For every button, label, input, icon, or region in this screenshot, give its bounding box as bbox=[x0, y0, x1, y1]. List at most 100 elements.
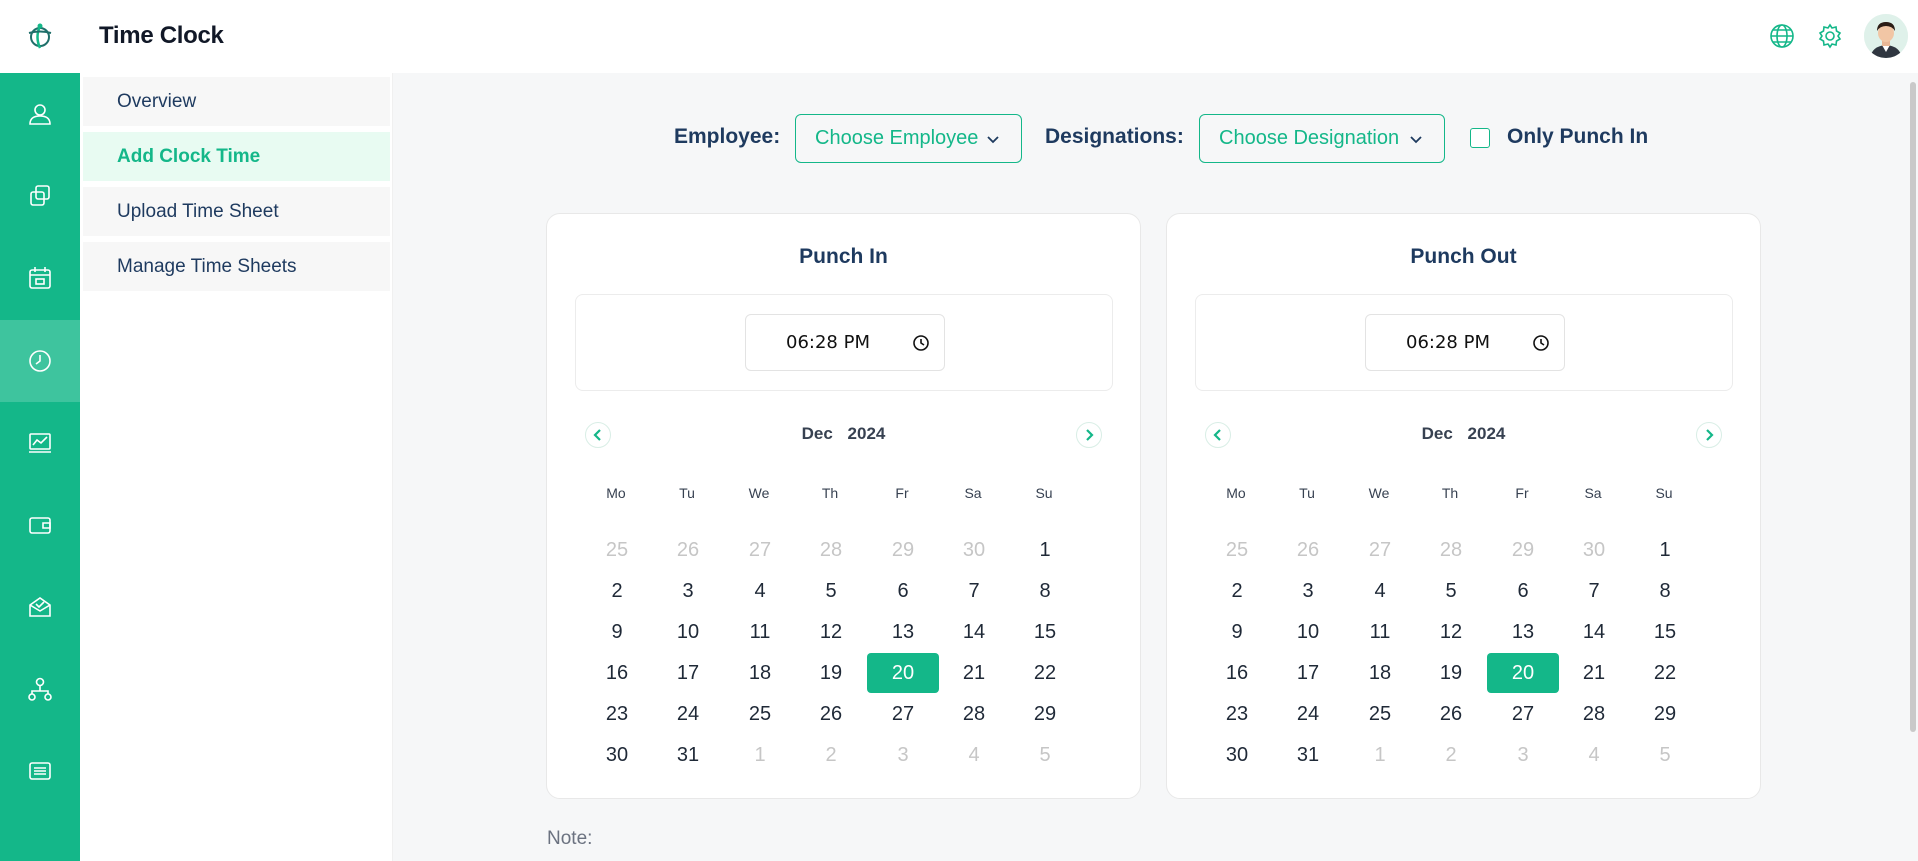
punch-out-next-month-button[interactable] bbox=[1696, 422, 1722, 448]
punch-out-day-cell[interactable]: 29 bbox=[1629, 694, 1701, 734]
punch-in-day-cell[interactable]: 27 bbox=[867, 694, 939, 734]
punch-in-day-cell[interactable]: 20 bbox=[867, 653, 939, 693]
clock-icon[interactable] bbox=[912, 334, 930, 352]
punch-in-day-cell[interactable]: 10 bbox=[652, 612, 724, 652]
subnav-item-add-clock-time[interactable]: Add Clock Time bbox=[83, 132, 390, 181]
punch-out-day-cell[interactable]: 7 bbox=[1558, 571, 1630, 611]
punch-out-day-cell[interactable]: 24 bbox=[1272, 694, 1344, 734]
punch-out-day-cell[interactable]: 16 bbox=[1201, 653, 1273, 693]
punch-in-day-cell[interactable]: 5 bbox=[795, 571, 867, 611]
employee-dropdown[interactable]: Choose Employee bbox=[795, 114, 1022, 163]
nav-wallet-icon[interactable] bbox=[0, 484, 80, 566]
punch-in-month[interactable]: Dec bbox=[802, 424, 833, 443]
punch-in-day-cell[interactable]: 26 bbox=[795, 694, 867, 734]
punch-out-day-cell[interactable]: 1 bbox=[1629, 530, 1701, 570]
punch-in-day-cell[interactable]: 15 bbox=[1009, 612, 1081, 652]
punch-out-day-cell[interactable]: 5 bbox=[1629, 735, 1701, 775]
nav-clock-icon[interactable] bbox=[0, 320, 80, 402]
punch-out-day-cell[interactable]: 23 bbox=[1201, 694, 1273, 734]
punch-in-day-cell[interactable]: 7 bbox=[938, 571, 1010, 611]
nav-org-chart-icon[interactable] bbox=[0, 648, 80, 730]
punch-in-day-cell[interactable]: 31 bbox=[652, 735, 724, 775]
punch-out-month[interactable]: Dec bbox=[1422, 424, 1453, 443]
punch-in-day-cell[interactable]: 17 bbox=[652, 653, 724, 693]
punch-out-day-cell[interactable]: 4 bbox=[1558, 735, 1630, 775]
punch-in-day-cell[interactable]: 30 bbox=[938, 530, 1010, 570]
punch-in-day-cell[interactable]: 18 bbox=[724, 653, 796, 693]
punch-in-day-cell[interactable]: 24 bbox=[652, 694, 724, 734]
punch-in-day-cell[interactable]: 23 bbox=[581, 694, 653, 734]
punch-in-time-input[interactable]: 06:28 PM bbox=[745, 314, 945, 371]
nav-calendar-icon[interactable] bbox=[0, 237, 80, 319]
subnav-item-upload-time-sheet[interactable]: Upload Time Sheet bbox=[83, 187, 390, 236]
only-punch-in-checkbox[interactable] bbox=[1470, 128, 1490, 148]
punch-out-year[interactable]: 2024 bbox=[1468, 424, 1506, 443]
punch-in-day-cell[interactable]: 12 bbox=[795, 612, 867, 652]
punch-out-day-cell[interactable]: 26 bbox=[1415, 694, 1487, 734]
punch-out-day-cell[interactable]: 12 bbox=[1415, 612, 1487, 652]
gear-icon[interactable] bbox=[1816, 22, 1844, 50]
nav-inbox-icon[interactable] bbox=[0, 566, 80, 648]
punch-out-day-cell[interactable]: 28 bbox=[1558, 694, 1630, 734]
punch-in-day-cell[interactable]: 30 bbox=[581, 735, 653, 775]
punch-in-day-cell[interactable]: 2 bbox=[795, 735, 867, 775]
globe-icon[interactable] bbox=[1768, 22, 1796, 50]
punch-in-day-cell[interactable]: 25 bbox=[581, 530, 653, 570]
punch-in-day-cell[interactable]: 25 bbox=[724, 694, 796, 734]
avatar[interactable] bbox=[1864, 14, 1908, 58]
punch-in-day-cell[interactable]: 29 bbox=[1009, 694, 1081, 734]
punch-out-day-cell[interactable]: 2 bbox=[1201, 571, 1273, 611]
punch-out-day-cell[interactable]: 29 bbox=[1487, 530, 1559, 570]
punch-in-year[interactable]: 2024 bbox=[848, 424, 886, 443]
punch-in-day-cell[interactable]: 26 bbox=[652, 530, 724, 570]
punch-in-day-cell[interactable]: 19 bbox=[795, 653, 867, 693]
punch-in-day-cell[interactable]: 29 bbox=[867, 530, 939, 570]
punch-in-day-cell[interactable]: 13 bbox=[867, 612, 939, 652]
scrollbar[interactable] bbox=[1908, 82, 1918, 732]
punch-in-next-month-button[interactable] bbox=[1076, 422, 1102, 448]
punch-in-day-cell[interactable]: 1 bbox=[1009, 530, 1081, 570]
designation-dropdown[interactable]: Choose Designation bbox=[1199, 114, 1445, 163]
punch-out-day-cell[interactable]: 5 bbox=[1415, 571, 1487, 611]
punch-out-time-input[interactable]: 06:28 PM bbox=[1365, 314, 1565, 371]
punch-in-day-cell[interactable]: 1 bbox=[724, 735, 796, 775]
clock-icon[interactable] bbox=[1532, 334, 1550, 352]
punch-out-day-cell[interactable]: 15 bbox=[1629, 612, 1701, 652]
punch-in-day-cell[interactable]: 6 bbox=[867, 571, 939, 611]
punch-in-day-cell[interactable]: 5 bbox=[1009, 735, 1081, 775]
punch-in-day-cell[interactable]: 28 bbox=[795, 530, 867, 570]
punch-in-day-cell[interactable]: 16 bbox=[581, 653, 653, 693]
punch-out-day-cell[interactable]: 30 bbox=[1201, 735, 1273, 775]
punch-in-day-cell[interactable]: 27 bbox=[724, 530, 796, 570]
punch-in-day-cell[interactable]: 21 bbox=[938, 653, 1010, 693]
punch-out-day-cell[interactable]: 30 bbox=[1558, 530, 1630, 570]
punch-out-day-cell[interactable]: 31 bbox=[1272, 735, 1344, 775]
punch-out-day-cell[interactable]: 2 bbox=[1415, 735, 1487, 775]
punch-out-day-cell[interactable]: 20 bbox=[1487, 653, 1559, 693]
punch-out-day-cell[interactable]: 3 bbox=[1272, 571, 1344, 611]
punch-out-day-cell[interactable]: 22 bbox=[1629, 653, 1701, 693]
subnav-item-overview[interactable]: Overview bbox=[83, 77, 390, 126]
punch-out-day-cell[interactable]: 25 bbox=[1344, 694, 1416, 734]
punch-out-day-cell[interactable]: 3 bbox=[1487, 735, 1559, 775]
punch-in-day-cell[interactable]: 4 bbox=[724, 571, 796, 611]
punch-out-day-cell[interactable]: 1 bbox=[1344, 735, 1416, 775]
nav-list-icon[interactable] bbox=[0, 730, 80, 812]
punch-out-day-cell[interactable]: 25 bbox=[1201, 530, 1273, 570]
punch-out-day-cell[interactable]: 11 bbox=[1344, 612, 1416, 652]
nav-user-icon[interactable] bbox=[0, 73, 80, 155]
subnav-item-manage-time-sheets[interactable]: Manage Time Sheets bbox=[83, 242, 390, 291]
punch-in-day-cell[interactable]: 22 bbox=[1009, 653, 1081, 693]
punch-in-day-cell[interactable]: 2 bbox=[581, 571, 653, 611]
punch-in-day-cell[interactable]: 3 bbox=[867, 735, 939, 775]
app-logo[interactable] bbox=[0, 0, 80, 73]
punch-out-day-cell[interactable]: 19 bbox=[1415, 653, 1487, 693]
punch-out-day-cell[interactable]: 27 bbox=[1344, 530, 1416, 570]
punch-in-day-cell[interactable]: 28 bbox=[938, 694, 1010, 734]
punch-out-day-cell[interactable]: 4 bbox=[1344, 571, 1416, 611]
nav-chart-icon[interactable] bbox=[0, 402, 80, 484]
punch-out-day-cell[interactable]: 9 bbox=[1201, 612, 1273, 652]
punch-out-day-cell[interactable]: 10 bbox=[1272, 612, 1344, 652]
punch-out-day-cell[interactable]: 14 bbox=[1558, 612, 1630, 652]
punch-out-day-cell[interactable]: 28 bbox=[1415, 530, 1487, 570]
